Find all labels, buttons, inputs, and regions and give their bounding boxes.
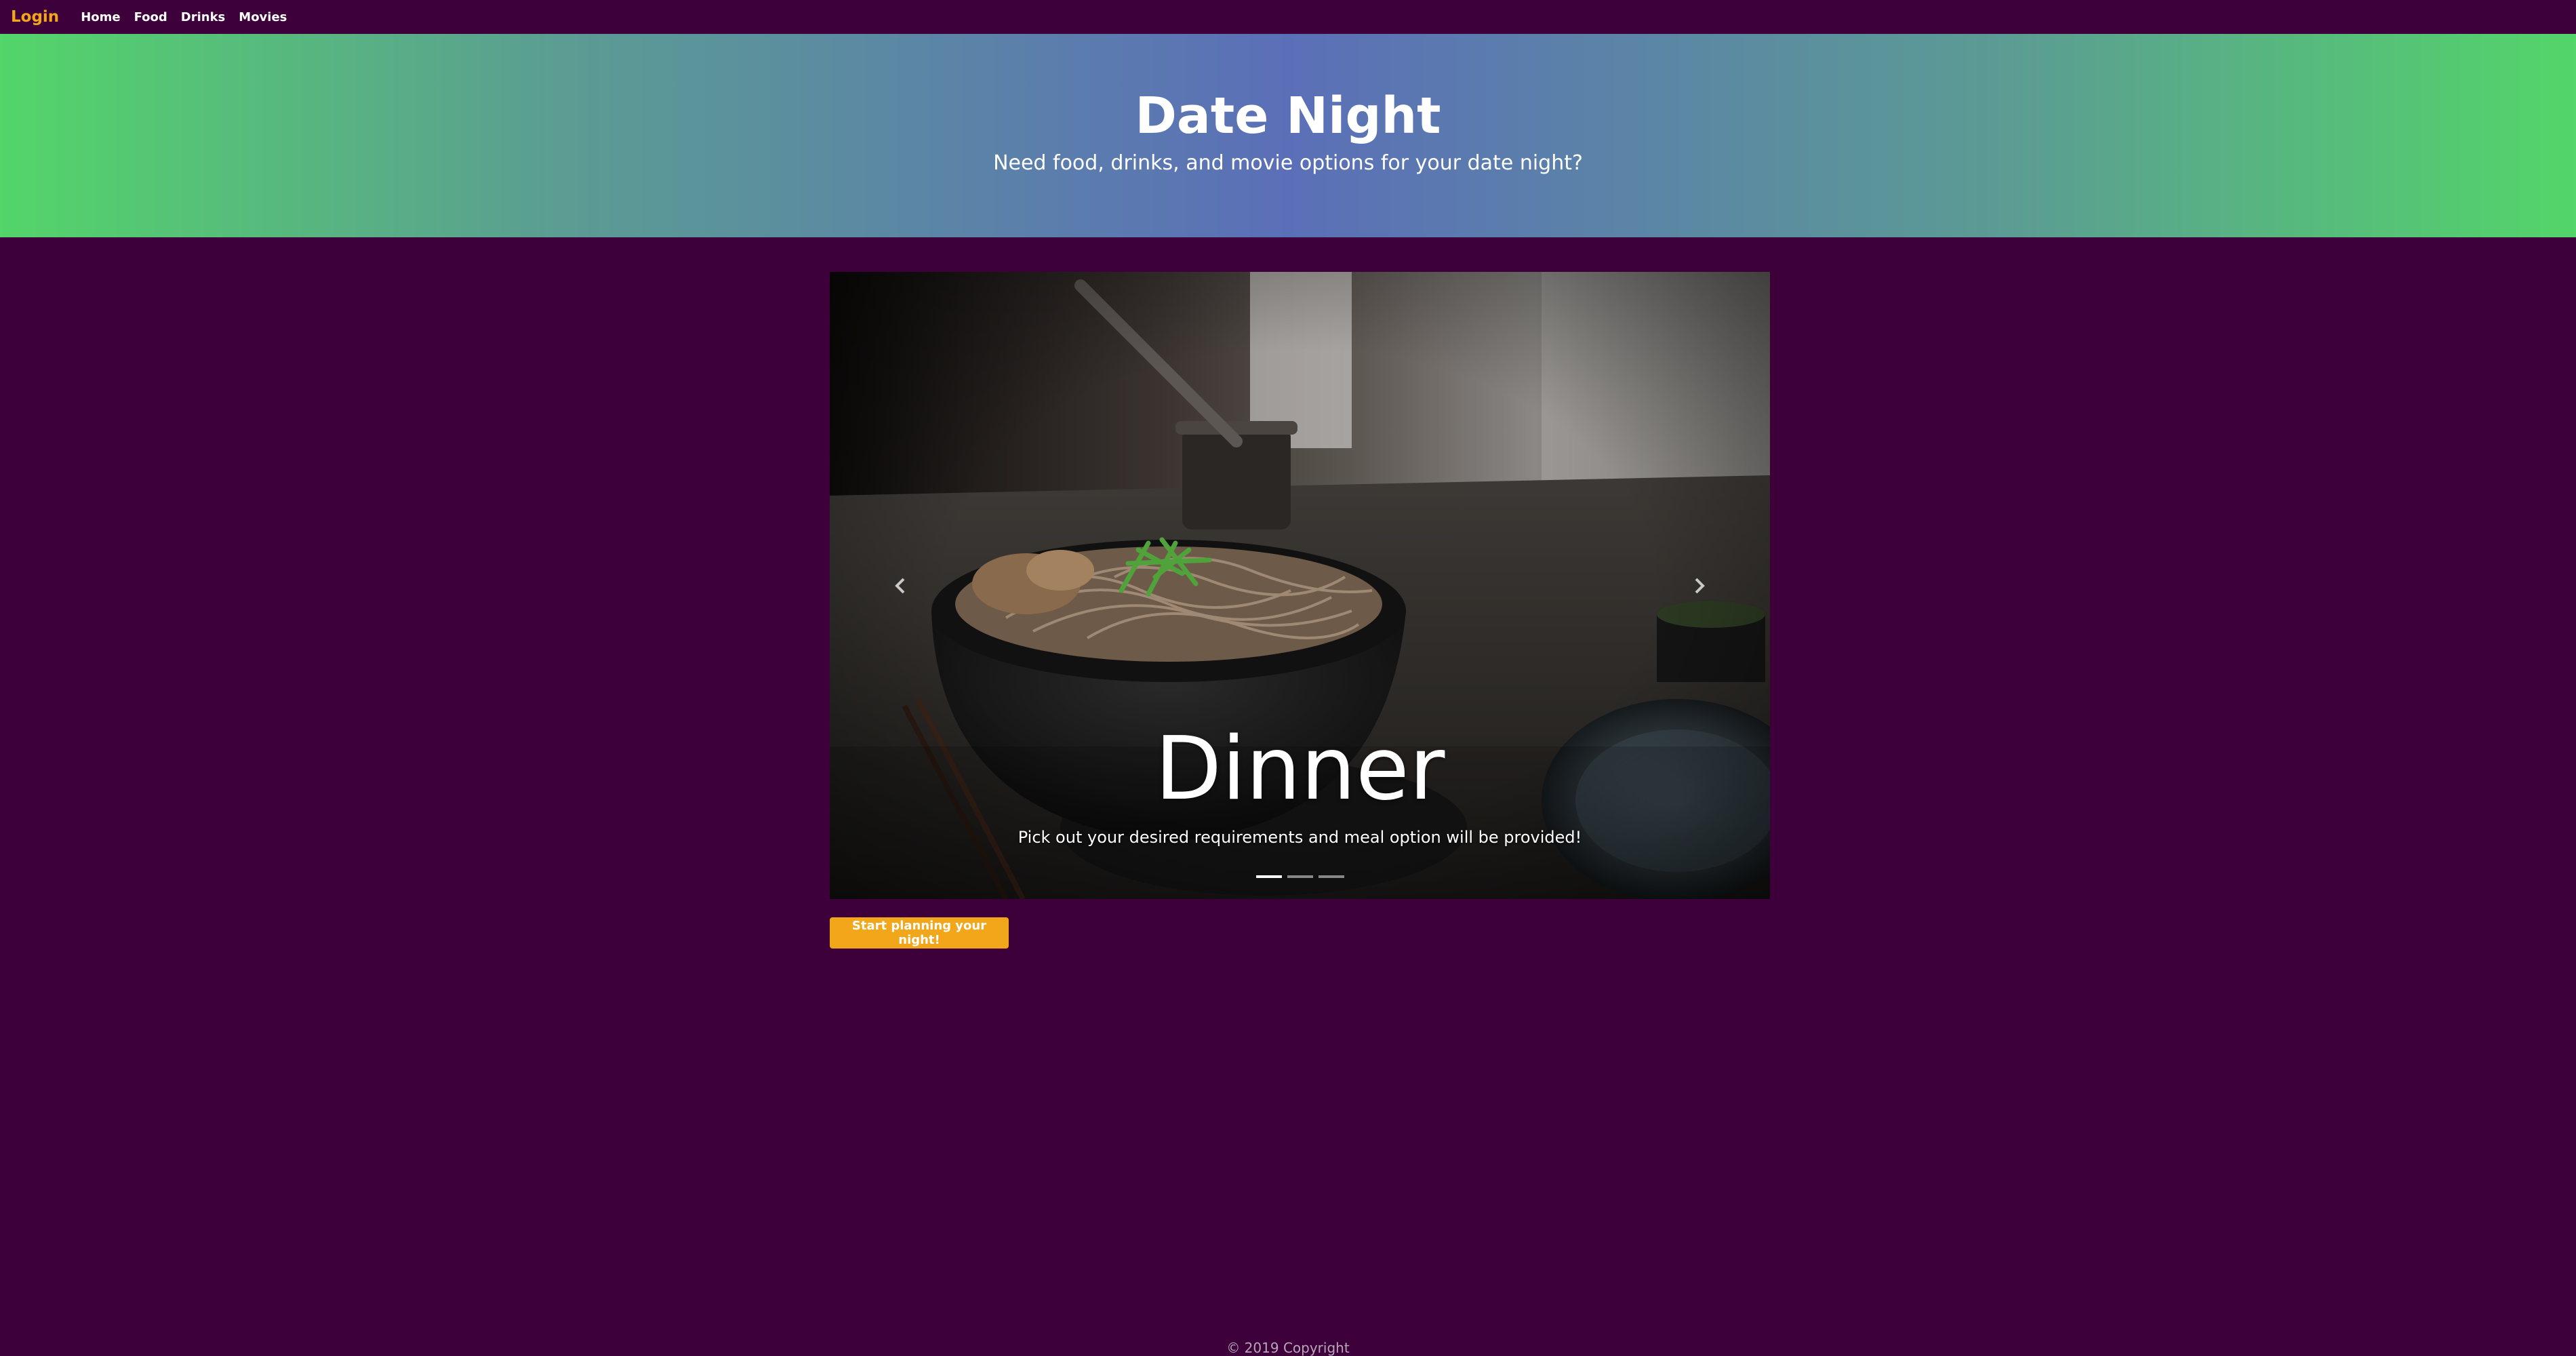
slide-caption-title: Dinner — [1154, 719, 1445, 820]
nav-link-home[interactable]: Home — [81, 10, 120, 24]
nav-link-food[interactable]: Food — [134, 10, 167, 24]
footer-copyright: © 2019 Copyright — [1226, 1340, 1350, 1356]
chevron-right-icon — [1695, 578, 1705, 593]
carousel-indicator-1[interactable] — [1255, 875, 1282, 878]
carousel-indicator-2[interactable] — [1287, 875, 1313, 878]
nav-link-movies[interactable]: Movies — [239, 10, 287, 24]
login-link[interactable]: Login — [11, 8, 59, 26]
nav-links: Home Food Drinks Movies — [81, 10, 300, 24]
nav-link-drinks[interactable]: Drinks — [181, 10, 226, 24]
carousel-indicators — [830, 875, 1770, 878]
start-planning-button[interactable]: Start planning your night! — [830, 917, 1009, 949]
hero-banner: Date Night Need food, drinks, and movie … — [0, 34, 2576, 237]
page-subtitle: Need food, drinks, and movie options for… — [993, 151, 1583, 175]
slide-caption-text: Pick out your desired requirements and m… — [1018, 828, 1582, 847]
page-title: Date Night — [1135, 87, 1441, 145]
carousel-indicator-3[interactable] — [1318, 875, 1344, 878]
chevron-left-icon — [895, 578, 905, 593]
top-navbar: Login Home Food Drinks Movies — [0, 0, 2576, 34]
image-carousel: Dinner Pick out your desired requirement… — [830, 272, 1770, 899]
